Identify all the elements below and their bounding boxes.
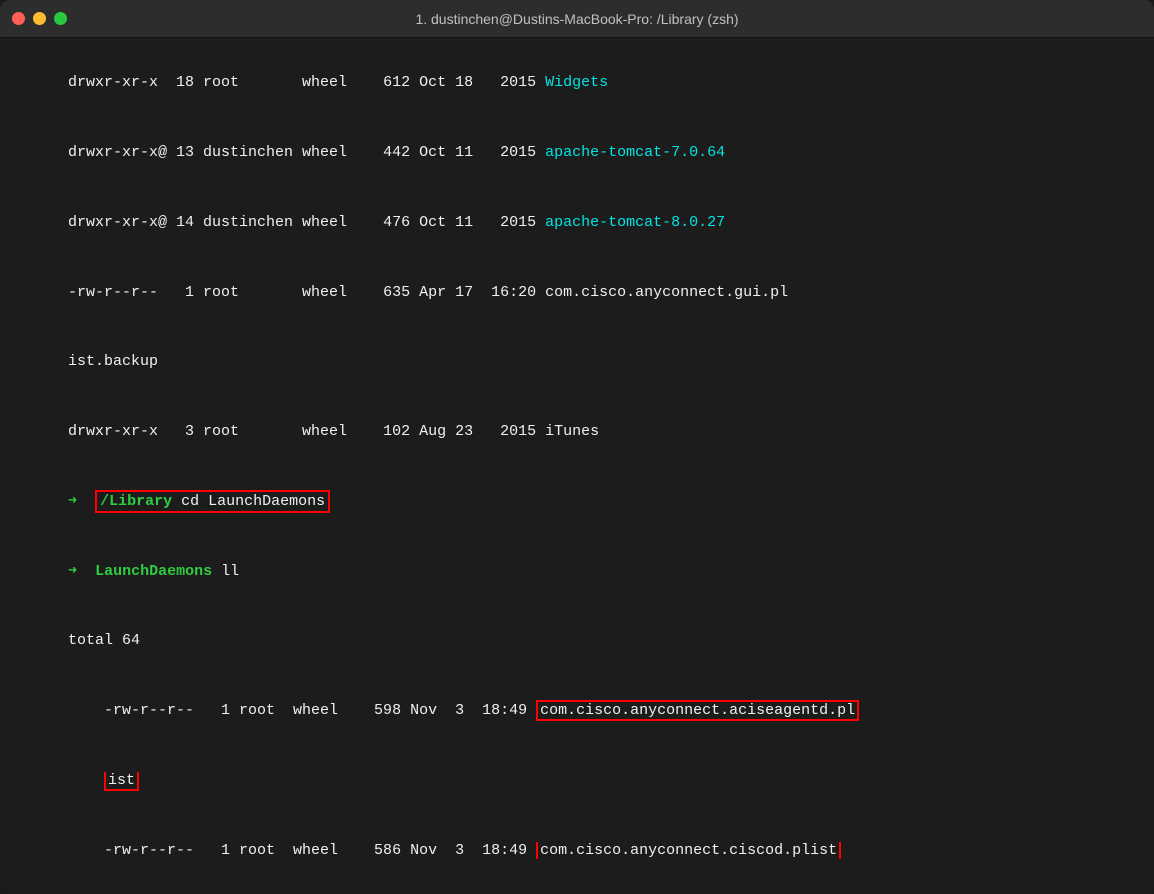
list-item: -rw-r--r-- 1 root wheel 586 Nov 3 18:49 …	[14, 815, 1140, 885]
cisco-files-block: -rw-r--r-- 1 root wheel 598 Nov 3 18:49 …	[14, 676, 1140, 894]
traffic-lights	[12, 12, 67, 25]
list-item: drwxr-xr-x 3 root wheel 102 Aug 23 2015 …	[14, 397, 1140, 467]
titlebar: 1. dustinchen@Dustins-MacBook-Pro: /Libr…	[0, 0, 1154, 38]
terminal-window: 1. dustinchen@Dustins-MacBook-Pro: /Libr…	[0, 0, 1154, 894]
list-item: -rw-r--r-- 1 root wheel 635 Apr 17 16:20…	[14, 257, 1140, 327]
terminal-body[interactable]: drwxr-xr-x 18 root wheel 612 Oct 18 2015…	[0, 38, 1154, 894]
list-item-cont: ist.backup	[14, 327, 1140, 397]
prompt-ll: ➜ LaunchDaemons ll	[14, 536, 1140, 606]
list-item: drwxr-xr-x@ 14 dustinchen wheel 476 Oct …	[14, 188, 1140, 258]
list-item: drwxr-xr-x 18 root wheel 612 Oct 18 2015…	[14, 48, 1140, 118]
maximize-button[interactable]	[54, 12, 67, 25]
list-item: -rw-r--r-- 1 root wheel 598 Nov 3 18:49 …	[14, 676, 1140, 746]
list-item: drwxr-xr-x@ 13 dustinchen wheel 442 Oct …	[14, 118, 1140, 188]
total-line: total 64	[14, 606, 1140, 676]
close-button[interactable]	[12, 12, 25, 25]
list-item: -rw-r--r-- 1 root wheel 611 Nov 3 18:50 …	[14, 885, 1140, 894]
list-item-cont: ist	[14, 746, 1140, 816]
prompt-cd-launchdaemons: ➜ /Library cd LaunchDaemons	[14, 467, 1140, 537]
window-title: 1. dustinchen@Dustins-MacBook-Pro: /Libr…	[415, 11, 738, 27]
minimize-button[interactable]	[33, 12, 46, 25]
